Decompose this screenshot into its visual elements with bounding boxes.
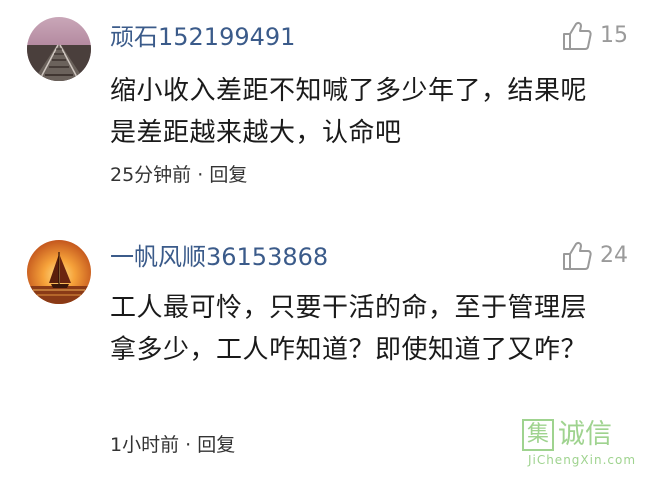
comment-item: 顽石152199491 15 缩小收入差距不知喊了多少年了，结果呢是差距越来越大…: [0, 0, 650, 220]
comment-meta: 25分钟前 · 回复: [110, 162, 247, 188]
timestamp: 1小时前: [110, 434, 180, 456]
railway-track-avatar-image: [27, 17, 91, 81]
separator: ·: [197, 164, 204, 186]
comment-text: 工人最可怜，只要干活的命，至于管理层拿多少，工人咋知道？即使知道了又咋？: [110, 293, 588, 365]
avatar[interactable]: [27, 240, 91, 304]
comment-text: 缩小收入差距不知喊了多少年了，结果呢是差距越来越大，认命吧: [110, 76, 588, 148]
watermark-box-char: 集: [522, 419, 554, 451]
sailboat-sunset-avatar-image: [27, 240, 91, 304]
like-button[interactable]: 15: [560, 18, 628, 54]
site-watermark-logo: 集 诚信 JiChengXin.com: [522, 418, 642, 474]
reply-button[interactable]: 回复: [209, 164, 247, 186]
like-count: 24: [600, 243, 628, 268]
watermark-chars: 诚信: [558, 419, 612, 450]
watermark-subtitle: JiChengXin.com: [527, 453, 637, 467]
thumbs-up-icon: [563, 21, 592, 50]
separator: ·: [185, 434, 192, 456]
watermark-wordmark: 集 诚信: [522, 418, 642, 452]
like-button[interactable]: 24: [560, 238, 628, 274]
comment-meta: 1小时前 · 回复: [110, 432, 235, 458]
reply-button[interactable]: 回复: [197, 434, 235, 456]
username[interactable]: 顽石152199491: [110, 22, 295, 52]
timestamp: 25分钟前: [110, 164, 192, 186]
thumbs-up-icon: [563, 241, 592, 270]
like-count: 15: [600, 23, 628, 48]
username[interactable]: 一帆风顺36153868: [110, 242, 328, 272]
avatar[interactable]: [27, 17, 91, 81]
